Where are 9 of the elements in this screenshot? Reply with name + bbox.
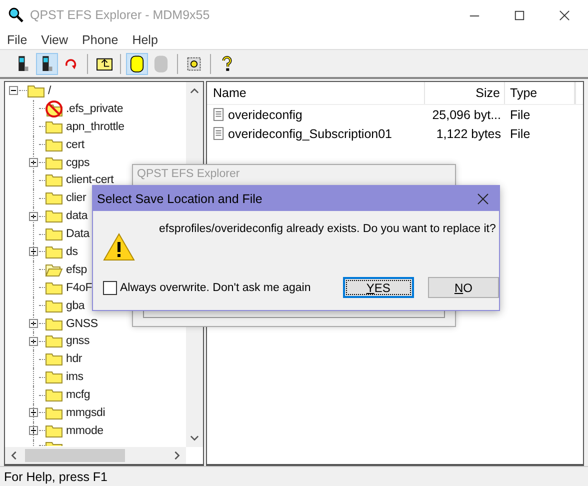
status-text: For Help, press F1	[0, 466, 588, 486]
file-type: File	[509, 108, 532, 122]
file-type: File	[509, 126, 532, 140]
dialog-message: efsprofiles/overideconfig already exists. Do you want to replace it?	[159, 223, 496, 235]
file-size: 1,122 bytes	[435, 126, 502, 140]
file-size: 25,096 byt...	[431, 108, 502, 122]
window-title: QPST EFS Explorer - MDM9x55	[30, 8, 210, 22]
dialog-title: Select Save Location and File	[97, 192, 262, 206]
dialog-title: QPST EFS Explorer	[137, 167, 240, 181]
